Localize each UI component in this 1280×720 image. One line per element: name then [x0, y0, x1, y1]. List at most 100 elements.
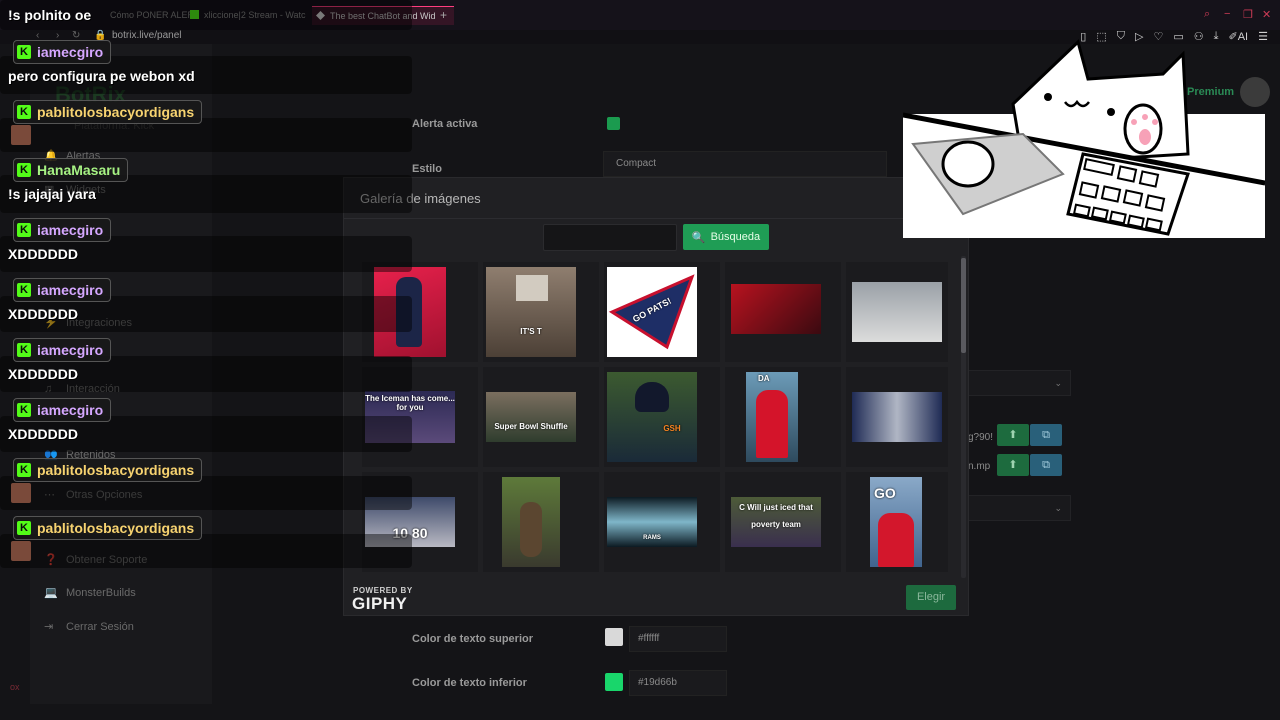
- gif-caption: DA: [758, 374, 770, 383]
- chat-username: iamecgiro: [37, 402, 104, 418]
- gif-caption: GO: [874, 485, 896, 501]
- minimize-icon[interactable]: −: [1224, 8, 1230, 20]
- alert-active-checkbox[interactable]: [607, 117, 620, 130]
- kick-icon: K: [17, 223, 31, 237]
- chat-username-badge: K iamecgiro: [13, 338, 112, 362]
- search-icon: 🔍: [691, 231, 706, 244]
- chat-emote: [11, 541, 31, 561]
- top-text-color-swatch[interactable]: [605, 628, 623, 646]
- gif-caption: RAMS: [643, 535, 661, 541]
- chat-message-text: !s polnito oe: [8, 7, 92, 23]
- gif-cell-13[interactable]: RAMS: [604, 472, 720, 572]
- chat-message-text: !s jajajaj yara: [8, 186, 96, 202]
- kick-icon: K: [17, 403, 31, 417]
- chat-emote: [11, 125, 31, 145]
- kick-icon: K: [17, 45, 31, 59]
- alert-active-label: Alerta activa: [412, 118, 478, 130]
- kick-icon: K: [17, 343, 31, 357]
- upload-icon: ⬆: [1008, 459, 1018, 471]
- chat-username-badge: K iamecgiro: [13, 40, 112, 64]
- kick-icon: K: [17, 105, 31, 119]
- chat-message-text: XDDDDDD: [8, 246, 78, 262]
- kick-icon: K: [17, 163, 31, 177]
- gif-thumbnail: Super Bowl Shuffle: [486, 392, 576, 442]
- gif-caption: C Will just iced that poverty team: [739, 503, 813, 529]
- bongo-cat-illustration: [902, 39, 1266, 238]
- gif-cell-8[interactable]: GSH: [604, 367, 720, 467]
- bottom-text-color-label: Color de texto inferior: [412, 677, 527, 689]
- bongo-cat-overlay: [902, 34, 1266, 238]
- chat-message-text: XDDDDDD: [8, 426, 78, 442]
- dropdown-2[interactable]: ⌄: [968, 495, 1071, 521]
- chat-username: iamecgiro: [37, 342, 104, 358]
- gif-thumbnail: [731, 284, 821, 334]
- search-button[interactable]: 🔍 Búsqueda: [683, 224, 769, 250]
- kick-icon: K: [17, 283, 31, 297]
- chat-username-badge: K HanaMasaru: [13, 158, 129, 182]
- chat-message-text: pero configura pe webon xd: [8, 68, 195, 84]
- upload-icon: ⬆: [1008, 429, 1018, 441]
- dropdown-1[interactable]: ⌄: [968, 370, 1071, 396]
- chat-username-badge: K pablitolosbacyordigans: [13, 100, 203, 124]
- chat-username: pablitolosbacyordigans: [37, 520, 195, 536]
- gif-cell-14[interactable]: C Will just iced that poverty team: [725, 472, 841, 572]
- gif-cell-7[interactable]: Super Bowl Shuffle: [483, 367, 599, 467]
- gif-cell-9[interactable]: DA: [725, 367, 841, 467]
- gif-thumbnail: GSH: [607, 372, 697, 462]
- gif-thumbnail: GO: [870, 477, 922, 567]
- chat-username-badge: K pablitolosbacyordigans: [13, 458, 203, 482]
- box-head: [516, 275, 548, 301]
- gif-cell-3[interactable]: GO PATS!: [604, 262, 720, 362]
- gif-cell-12[interactable]: [483, 472, 599, 572]
- chat-username-badge: K iamecgiro: [13, 278, 112, 302]
- chat-message-text: XDDDDDD: [8, 306, 78, 322]
- new-tab-button[interactable]: +: [440, 6, 452, 24]
- images-icon: ⧉: [1042, 429, 1050, 441]
- upload-button-1[interactable]: ⬆: [997, 424, 1029, 446]
- gif-thumbnail: GO PATS!: [607, 267, 697, 357]
- style-select[interactable]: Compact: [603, 151, 887, 177]
- search-icon[interactable]: ⌕: [1204, 8, 1210, 21]
- close-icon[interactable]: ✕: [1262, 8, 1271, 21]
- gif-caption: Super Bowl Shuffle: [494, 422, 568, 431]
- chat-username-badge: K iamecgiro: [13, 218, 112, 242]
- file-name-1: g?90!: [968, 432, 994, 443]
- hoodie-figure: [756, 390, 788, 458]
- bottom-text-color-swatch[interactable]: [605, 673, 623, 691]
- gif-search-input[interactable]: [543, 224, 677, 251]
- gallery-scrollbar-thumb[interactable]: [961, 258, 966, 353]
- chat-emote: [11, 483, 31, 503]
- chat-username: pablitolosbacyordigans: [37, 462, 195, 478]
- gif-grid: IT'S T GO PATS! The Iceman has come... f…: [362, 262, 948, 580]
- upload-button-2[interactable]: ⬆: [997, 454, 1029, 476]
- gif-thumbnail: IT'S T: [486, 267, 576, 357]
- images-icon: ⧉: [1042, 459, 1050, 471]
- top-text-color-input[interactable]: #ffffff: [629, 626, 727, 652]
- top-text-color-label: Color de texto superior: [412, 633, 534, 645]
- gallery-button-2[interactable]: ⧉: [1030, 454, 1062, 476]
- helmet: [635, 382, 669, 412]
- chat-overlay: !s polnito oe K iamecgiro pero configura…: [0, 0, 420, 720]
- chat-username: iamecgiro: [37, 44, 104, 60]
- maximize-icon[interactable]: ❐: [1243, 8, 1253, 21]
- search-button-label: Búsqueda: [710, 231, 761, 243]
- gif-caption: GSH: [663, 424, 681, 433]
- gif-cell-4[interactable]: [725, 262, 841, 362]
- gif-thumbnail: [852, 282, 942, 342]
- gif-cell-15[interactable]: GO: [846, 472, 948, 572]
- kick-icon: K: [17, 463, 31, 477]
- gif-cell-2[interactable]: IT'S T: [483, 262, 599, 362]
- gif-thumbnail: C Will just iced that poverty team: [731, 497, 821, 547]
- choose-button[interactable]: Elegir: [906, 585, 956, 610]
- chat-username: HanaMasaru: [37, 162, 121, 178]
- gif-thumbnail: DA: [746, 372, 798, 462]
- gallery-button-1[interactable]: ⧉: [1030, 424, 1062, 446]
- kick-icon: K: [17, 521, 31, 535]
- chat-username: iamecgiro: [37, 222, 104, 238]
- hoodie-figure: [878, 513, 914, 567]
- bottom-text-color-input[interactable]: #19d66b: [629, 670, 727, 696]
- file-name-2: n.mp: [968, 461, 991, 472]
- gif-cell-5[interactable]: [846, 262, 948, 362]
- gif-cell-10[interactable]: [846, 367, 948, 467]
- gif-thumbnail: [502, 477, 560, 567]
